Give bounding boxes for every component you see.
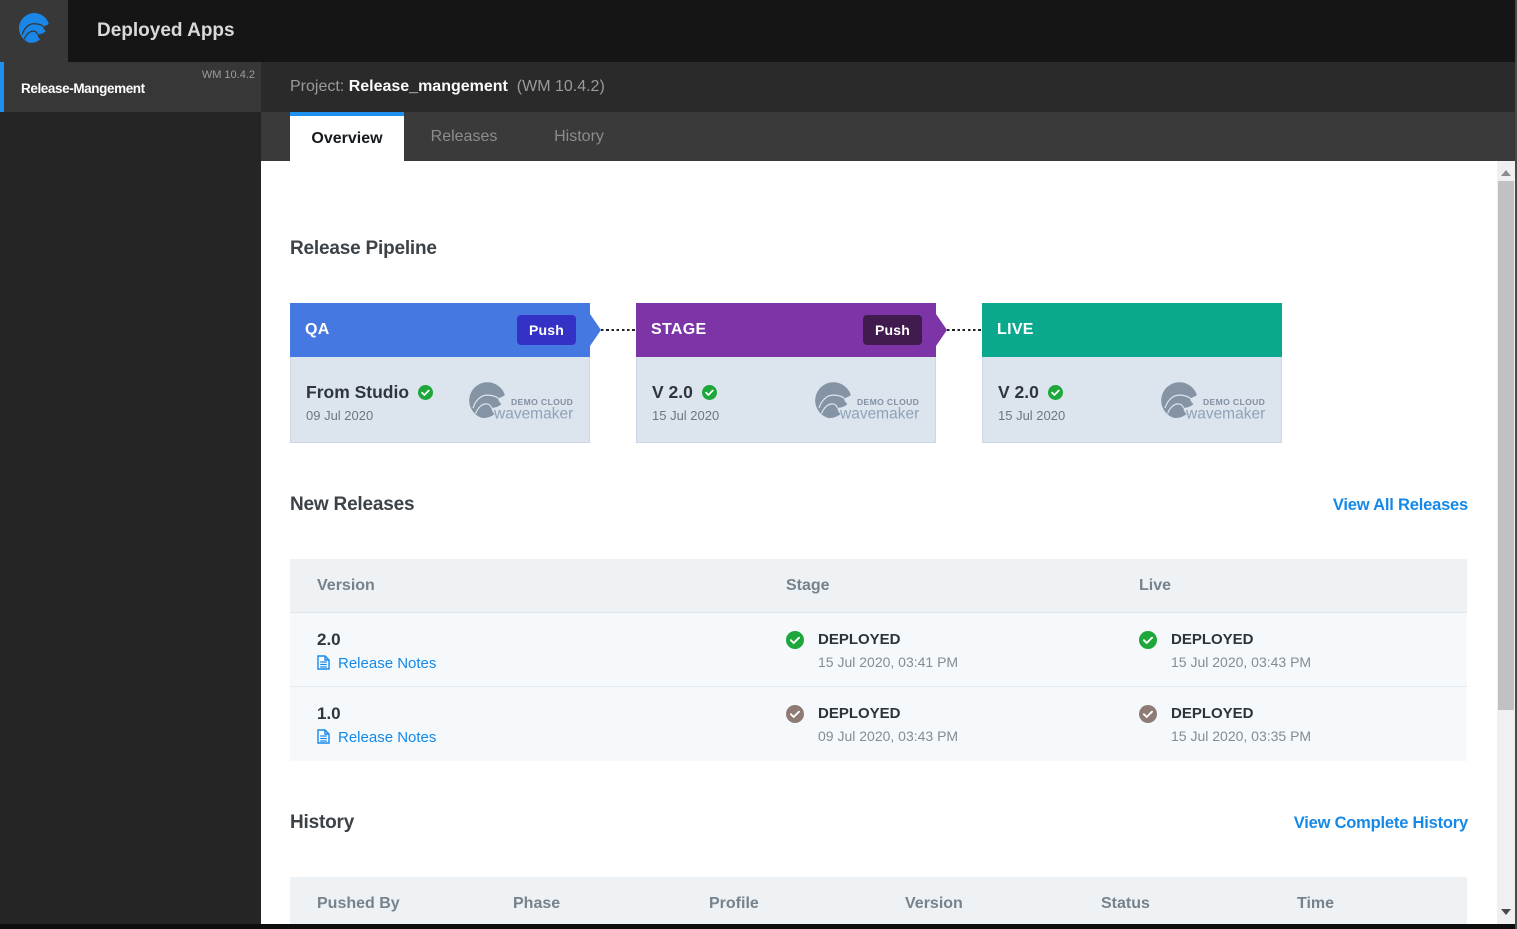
svg-text:wavemaker: wavemaker: [493, 406, 573, 423]
svg-text:wavemaker: wavemaker: [1185, 406, 1265, 423]
svg-text:wavemaker: wavemaker: [839, 406, 919, 423]
